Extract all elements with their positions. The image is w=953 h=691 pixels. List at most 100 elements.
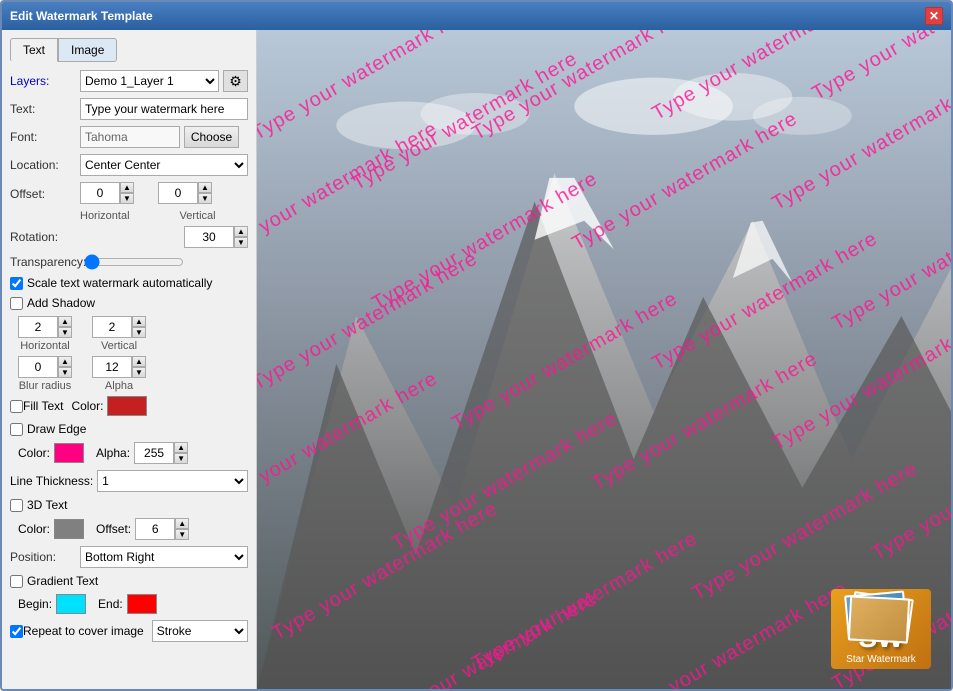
position-select[interactable]: Bottom Right Bottom Left Top Right Top L… [80, 546, 248, 568]
threed-offset-input[interactable] [135, 518, 175, 540]
text-label: Text: [10, 102, 80, 116]
fill-text-label: Fill Text [23, 399, 63, 413]
draw-edge-checkbox[interactable] [10, 423, 23, 436]
logo-badge: SW Star Watermark [831, 589, 931, 669]
line-thickness-row: Line Thickness: 1 2 3 [10, 470, 248, 492]
threed-offset-up[interactable]: ▲ [175, 518, 189, 529]
offset-v-btns: ▲ ▼ [198, 182, 212, 204]
fill-color-swatch[interactable] [107, 396, 147, 416]
shadow-blur-input[interactable] [18, 356, 58, 378]
shadow-checkbox[interactable] [10, 297, 23, 310]
repeat-checkbox[interactable] [10, 625, 23, 638]
close-button[interactable]: ✕ [925, 7, 943, 25]
offset-h-input[interactable] [80, 182, 120, 204]
repeat-row: Repeat to cover image Stroke Fill [10, 620, 248, 642]
stroke-select[interactable]: Stroke Fill [152, 620, 248, 642]
gradient-checkbox[interactable] [10, 575, 23, 588]
fill-color-label: Color: [71, 399, 103, 413]
tab-text[interactable]: Text [10, 38, 58, 62]
offset-label: Offset: [10, 187, 80, 201]
position-row: Position: Bottom Right Bottom Left Top R… [10, 546, 248, 568]
offset-h-up[interactable]: ▲ [120, 182, 134, 193]
threed-color-swatch[interactable] [54, 519, 84, 539]
shadow-h-label: Horizontal [20, 340, 70, 352]
shadow-blur-item: ▲ ▼ Blur radius [18, 356, 72, 392]
edge-color-swatch[interactable] [54, 443, 84, 463]
offset-v-spinner: ▲ ▼ [158, 182, 212, 204]
blur-label: Blur radius [19, 380, 72, 392]
watermark-12: Type your watermark here [648, 227, 881, 375]
watermark-23: Type your watermark here [618, 577, 851, 689]
text-input[interactable] [80, 98, 248, 120]
watermark-15: Type your watermark here [388, 407, 621, 555]
rotation-row: Rotation: ▲ ▼ [10, 226, 248, 248]
draw-edge-label: Draw Edge [27, 422, 86, 436]
shadow-v-up[interactable]: ▲ [132, 316, 146, 327]
watermark-20: Type your watermark here [688, 457, 921, 605]
tab-image[interactable]: Image [58, 38, 117, 62]
threed-offset-label: Offset: [96, 522, 131, 536]
offset-h-spinner: ▲ ▼ [80, 182, 134, 204]
layers-label: Layers: [10, 74, 80, 88]
vertical-label: Vertical [180, 210, 216, 222]
offset-row: ▲ ▼ ▲ ▼ [80, 182, 212, 204]
window-title: Edit Watermark Template [10, 9, 153, 23]
fill-checkbox[interactable] [10, 400, 23, 413]
offset-h-down[interactable]: ▼ [120, 193, 134, 204]
shadow-blur-up[interactable]: ▲ [58, 356, 72, 367]
edge-alpha-up[interactable]: ▲ [174, 442, 188, 453]
threed-checkbox[interactable] [10, 499, 23, 512]
rotation-input[interactable] [184, 226, 234, 248]
edge-alpha-input[interactable] [134, 442, 174, 464]
threed-offset-down[interactable]: ▼ [175, 529, 189, 540]
watermark-10: Type your watermark here [257, 247, 482, 395]
rotation-down[interactable]: ▼ [234, 237, 248, 248]
rotation-label: Rotation: [10, 230, 80, 244]
offset-v-input[interactable] [158, 182, 198, 204]
shadow-alpha-down[interactable]: ▼ [132, 367, 146, 378]
shadow-h-up[interactable]: ▲ [58, 316, 72, 327]
watermark-16: Type your watermark here [588, 347, 821, 495]
layers-select[interactable]: Demo 1_Layer 1 [80, 70, 219, 92]
gear-button[interactable]: ⚙ [223, 70, 248, 92]
shadow-blur-down[interactable]: ▼ [58, 367, 72, 378]
edge-alpha-down[interactable]: ▼ [174, 453, 188, 464]
shadow-alpha-up[interactable]: ▲ [132, 356, 146, 367]
gradient-end-swatch[interactable] [127, 594, 157, 614]
watermark-5: Type your watermark here [808, 30, 951, 106]
threed-checkbox-row: 3D Text [10, 498, 248, 512]
watermark-22: Type your watermark here [368, 587, 601, 689]
transparency-slider[interactable] [84, 254, 184, 270]
transparency-row: Transparency: [10, 254, 248, 270]
gradient-label: Gradient Text [27, 574, 98, 588]
location-select[interactable]: Center Center Top Left Top Right Bottom … [80, 154, 248, 176]
line-thickness-select[interactable]: 1 2 3 [97, 470, 248, 492]
shadow-alpha-input[interactable] [92, 356, 132, 378]
position-label: Position: [10, 550, 80, 564]
gradient-checkbox-row: Gradient Text [10, 574, 248, 588]
offset-v-up[interactable]: ▲ [198, 182, 212, 193]
left-panel: Text Image Layers: Demo 1_Layer 1 ⚙ Text… [2, 30, 257, 689]
font-input[interactable] [80, 126, 180, 148]
draw-edge-row: Draw Edge [10, 422, 248, 436]
transparency-label: Transparency: [10, 255, 80, 269]
shadow-v-input[interactable] [92, 316, 132, 338]
gradient-begin-swatch[interactable] [56, 594, 86, 614]
location-label: Location: [10, 158, 80, 172]
offset-v-down[interactable]: ▼ [198, 193, 212, 204]
main-window: Edit Watermark Template ✕ Text Image Lay… [0, 0, 953, 691]
scale-checkbox[interactable] [10, 277, 23, 290]
rotation-up[interactable]: ▲ [234, 226, 248, 237]
offset-vertical: ▲ ▼ [158, 182, 212, 204]
shadow-h-input[interactable] [18, 316, 58, 338]
gradient-colors-row: Begin: End: [18, 594, 248, 614]
fill-text-row: Fill Text Color: [10, 396, 248, 416]
shadow-v-down[interactable]: ▼ [132, 327, 146, 338]
threed-options-row: Color: Offset: ▲ ▼ [18, 518, 248, 540]
font-label: Font: [10, 130, 80, 144]
watermark-18: Type your watermark here [268, 497, 501, 645]
text-row: Text: [10, 98, 248, 120]
watermark-6: Type your watermark here [257, 117, 442, 265]
choose-button[interactable]: Choose [184, 126, 239, 148]
shadow-h-down[interactable]: ▼ [58, 327, 72, 338]
